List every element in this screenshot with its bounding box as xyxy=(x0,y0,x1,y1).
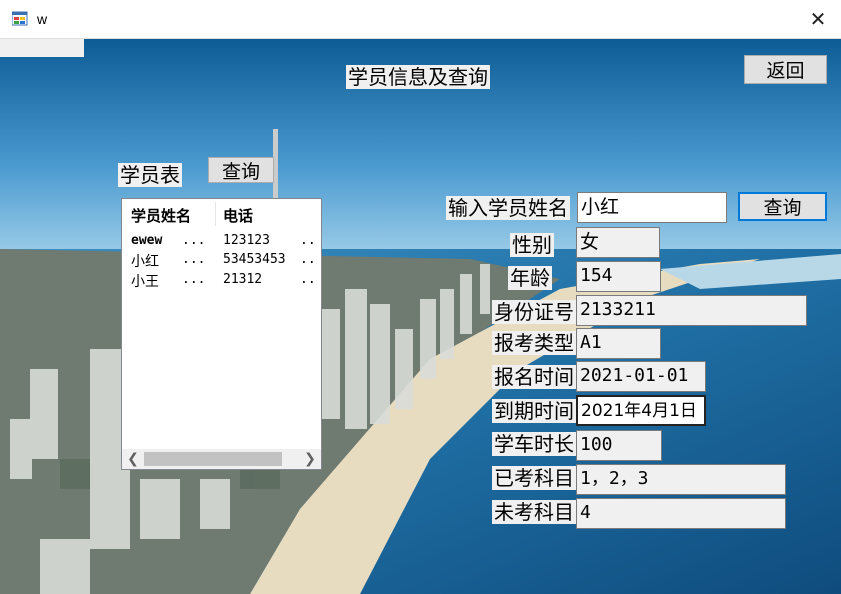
gender-label: 性别 xyxy=(510,233,554,257)
pending-subjects-label: 未考科目 xyxy=(492,500,576,524)
expire-time-label: 到期时间 xyxy=(492,399,576,423)
expire-time-field[interactable]: 2021年4月1日 xyxy=(576,395,706,426)
search-label: 输入学员姓名 xyxy=(446,196,570,220)
list-item-phone: 123123 xyxy=(223,233,270,248)
taken-subjects-label: 已考科目 xyxy=(492,466,576,490)
back-button[interactable]: 返回 xyxy=(744,55,827,84)
scrollbar-thumb[interactable] xyxy=(144,452,282,466)
student-table-label: 学员表 xyxy=(118,163,182,187)
column-divider[interactable] xyxy=(215,202,216,226)
exam-type-label: 报考类型 xyxy=(492,331,576,355)
student-listview[interactable]: 学员姓名 电话 ewew ... 123123 .. 小红 ... 534534… xyxy=(121,198,322,470)
list-item[interactable]: 小红 ... 53453453 .. xyxy=(122,251,321,271)
list-item-phone: 53453453 xyxy=(223,252,286,267)
app-icon xyxy=(12,11,28,26)
search-input[interactable]: 小红 xyxy=(577,192,727,223)
id-number-label: 身份证号 xyxy=(492,300,576,324)
id-number-field[interactable]: 2133211 xyxy=(576,295,807,326)
window-title: w xyxy=(37,11,48,27)
study-hours-field[interactable]: 100 xyxy=(576,430,662,461)
list-item-ellipsis: ... xyxy=(182,233,206,248)
list-item-name: ewew xyxy=(131,233,163,248)
chevron-right-icon[interactable]: ❯ xyxy=(301,450,319,468)
close-button[interactable]: ✕ xyxy=(795,0,841,38)
list-item[interactable]: 小王 ... 21312 .. xyxy=(122,271,321,291)
table-query-button[interactable]: 查询 xyxy=(208,157,274,183)
list-item-phone: 21312 xyxy=(223,272,263,287)
pending-subjects-field[interactable]: 4 xyxy=(576,498,786,529)
exam-type-field[interactable]: A1 xyxy=(576,328,661,359)
horizontal-scrollbar[interactable]: ❮ ❯ xyxy=(122,449,321,469)
chevron-left-icon[interactable]: ❮ xyxy=(124,450,142,468)
column-header-name[interactable]: 学员姓名 xyxy=(131,205,191,226)
close-icon: ✕ xyxy=(809,7,827,31)
list-header: 学员姓名 电话 xyxy=(122,199,321,229)
menu-strip xyxy=(0,39,84,57)
search-button[interactable]: 查询 xyxy=(738,192,827,221)
list-item-ellipsis: .. xyxy=(300,252,316,267)
list-item-ellipsis: ... xyxy=(182,272,206,287)
gender-field[interactable]: 女 xyxy=(576,227,660,258)
register-time-field[interactable]: 2021-01-01 xyxy=(576,361,706,392)
list-item-name: 小红 xyxy=(131,254,159,270)
column-header-phone[interactable]: 电话 xyxy=(223,205,253,226)
form-client-area: 学员信息及查询 返回 学员表 查询 学员姓名 电话 ewew ... 12312… xyxy=(0,39,841,594)
list-item-ellipsis: .. xyxy=(300,233,316,248)
title-bar: w ✕ xyxy=(0,0,841,39)
list-item-ellipsis: .. xyxy=(300,272,316,287)
list-item[interactable]: ewew ... 123123 .. xyxy=(122,232,321,252)
age-label: 年龄 xyxy=(508,266,552,290)
page-title: 学员信息及查询 xyxy=(346,65,490,89)
list-item-ellipsis: ... xyxy=(182,252,206,267)
age-field[interactable]: 154 xyxy=(576,261,661,292)
study-hours-label: 学车时长 xyxy=(492,432,576,456)
list-item-name: 小王 xyxy=(131,274,159,290)
taken-subjects-field[interactable]: 1，2，3 xyxy=(576,464,786,495)
register-time-label: 报名时间 xyxy=(492,365,576,389)
